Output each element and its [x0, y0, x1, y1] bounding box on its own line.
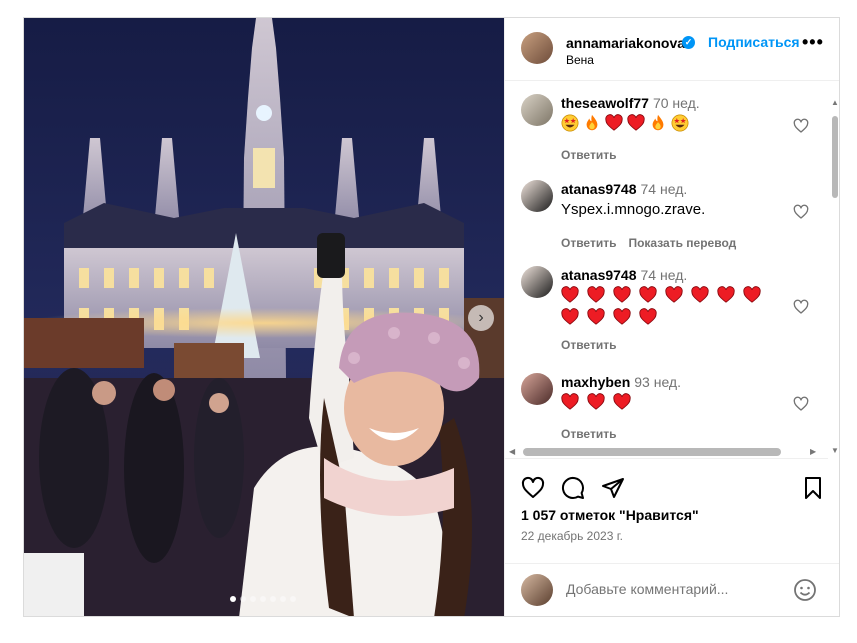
carousel-next-button[interactable]: ›: [468, 305, 494, 331]
comment-like-icon[interactable]: [793, 396, 809, 412]
red-heart-icon: [717, 286, 735, 303]
carousel-dot: [250, 596, 256, 602]
carousel-dot: [290, 596, 296, 602]
comment-meta: maxhyben 93 нед.: [561, 373, 791, 391]
comment-meta: theseawolf77 70 нед.: [561, 94, 791, 112]
post-location[interactable]: Вена: [566, 53, 594, 67]
comment-actions: Ответить: [561, 338, 791, 352]
fire-icon: [586, 114, 598, 131]
comment-time[interactable]: 74 нед.: [641, 181, 688, 197]
red-heart-icon: [639, 286, 657, 303]
comment-username[interactable]: atanas9748: [561, 181, 637, 197]
comment-text: Yspex.i.mnogo.zrave.: [561, 201, 706, 218]
reply-button[interactable]: Ответить: [561, 338, 616, 352]
red-heart-icon: [561, 393, 579, 410]
verified-badge-icon: ✓: [682, 36, 695, 49]
comment-avatar[interactable]: [521, 373, 553, 405]
red-heart-icon: [561, 286, 579, 303]
star-struck-icon: [561, 114, 579, 132]
carousel-dots: [230, 596, 296, 602]
comment-body: theseawolf77 70 нед. Ответить: [561, 94, 791, 162]
comment-avatar[interactable]: [521, 94, 553, 126]
add-comment-bar: [505, 563, 839, 616]
reply-button[interactable]: Ответить: [561, 236, 616, 250]
carousel-dot: [240, 596, 246, 602]
red-heart-icon: [639, 308, 657, 325]
comment-meta: atanas9748 74 нед.: [561, 180, 791, 198]
red-heart-icon: [691, 286, 709, 303]
comment-body: maxhyben 93 нед. Ответить: [561, 373, 791, 441]
like-icon[interactable]: [521, 476, 545, 500]
comment-icon[interactable]: [561, 476, 585, 500]
red-heart-icon: [587, 393, 605, 410]
comment-actions: Ответить Показать перевод: [561, 236, 791, 250]
comment-like-icon[interactable]: [793, 204, 809, 220]
post-photo[interactable]: ›: [24, 18, 504, 616]
scroll-right-arrow-icon[interactable]: ▶: [810, 447, 816, 456]
comment-username[interactable]: maxhyben: [561, 374, 630, 390]
scroll-down-arrow-icon[interactable]: ▼: [831, 446, 839, 455]
current-user-avatar: [521, 574, 553, 606]
comments-vertical-scrollbar[interactable]: ▲ ▼: [828, 98, 839, 458]
red-heart-icon: [561, 308, 579, 325]
comment-username[interactable]: atanas9748: [561, 267, 637, 283]
comment-emoji-row: [561, 393, 781, 411]
more-options-icon[interactable]: •••: [802, 32, 824, 53]
post-actions: [521, 476, 826, 502]
likes-count[interactable]: 1 057 отметок "Нравится": [521, 507, 699, 523]
comment-emoji-row: [561, 114, 781, 132]
comment-actions: Ответить: [561, 427, 791, 441]
comments-horizontal-scrollbar[interactable]: ◀ ▶: [505, 444, 828, 459]
comment-time[interactable]: 74 нед.: [641, 267, 688, 283]
comment-like-icon[interactable]: [793, 118, 809, 134]
vertical-scroll-thumb[interactable]: [832, 116, 838, 198]
red-heart-icon: [613, 286, 631, 303]
carousel-dot: [230, 596, 236, 602]
comment-like-icon[interactable]: [793, 299, 809, 315]
carousel-dot: [260, 596, 266, 602]
follow-button[interactable]: Подписаться: [708, 34, 800, 50]
show-translation-button[interactable]: Показать перевод: [628, 236, 736, 250]
red-heart-icon: [613, 308, 631, 325]
horizontal-scroll-thumb[interactable]: [523, 448, 781, 456]
comment-time[interactable]: 70 нед.: [653, 95, 700, 111]
scroll-up-arrow-icon[interactable]: ▲: [831, 98, 839, 107]
star-struck-icon: [671, 114, 689, 132]
emoji-icon[interactable]: [793, 578, 817, 602]
post-dialog: › annamariakonova ✓ Подписаться Вена •••…: [23, 17, 840, 617]
comment-actions: Ответить: [561, 148, 791, 162]
comment-body: atanas9748 74 нед. Ответить: [561, 266, 791, 352]
add-comment-input[interactable]: [566, 581, 786, 597]
comment-body: atanas9748 74 нед. Yspex.i.mnogo.zrave. Отв…: [561, 180, 791, 250]
carousel-dot: [270, 596, 276, 602]
fire-icon: [652, 114, 664, 131]
carousel-dot: [280, 596, 286, 602]
comment-username[interactable]: theseawolf77: [561, 95, 649, 111]
author-username[interactable]: annamariakonova: [566, 35, 685, 51]
post-date: 22 декабрь 2023 г.: [521, 529, 623, 543]
red-heart-icon: [605, 114, 623, 131]
red-heart-icon: [665, 286, 683, 303]
red-heart-icon: [743, 286, 761, 303]
comment-time[interactable]: 93 нед.: [634, 374, 681, 390]
red-heart-icon: [587, 308, 605, 325]
post-sidebar: annamariakonova ✓ Подписаться Вена ••• t…: [504, 18, 839, 616]
comments-list[interactable]: theseawolf77 70 нед. Ответить atanas9748 74 …: [505, 82, 828, 444]
save-icon[interactable]: [801, 476, 825, 500]
comment-emoji-row: [561, 286, 781, 326]
red-heart-icon: [587, 286, 605, 303]
post-header: annamariakonova ✓ Подписаться Вена •••: [505, 18, 839, 81]
reply-button[interactable]: Ответить: [561, 427, 616, 441]
reply-button[interactable]: Ответить: [561, 148, 616, 162]
comment-meta: atanas9748 74 нед.: [561, 266, 791, 284]
post-image: [24, 18, 504, 616]
red-heart-icon: [613, 393, 631, 410]
author-avatar[interactable]: [521, 32, 553, 64]
scroll-left-arrow-icon[interactable]: ◀: [509, 447, 515, 456]
comment-avatar[interactable]: [521, 180, 553, 212]
share-icon[interactable]: [601, 476, 625, 500]
comment-avatar[interactable]: [521, 266, 553, 298]
red-heart-icon: [627, 114, 645, 131]
